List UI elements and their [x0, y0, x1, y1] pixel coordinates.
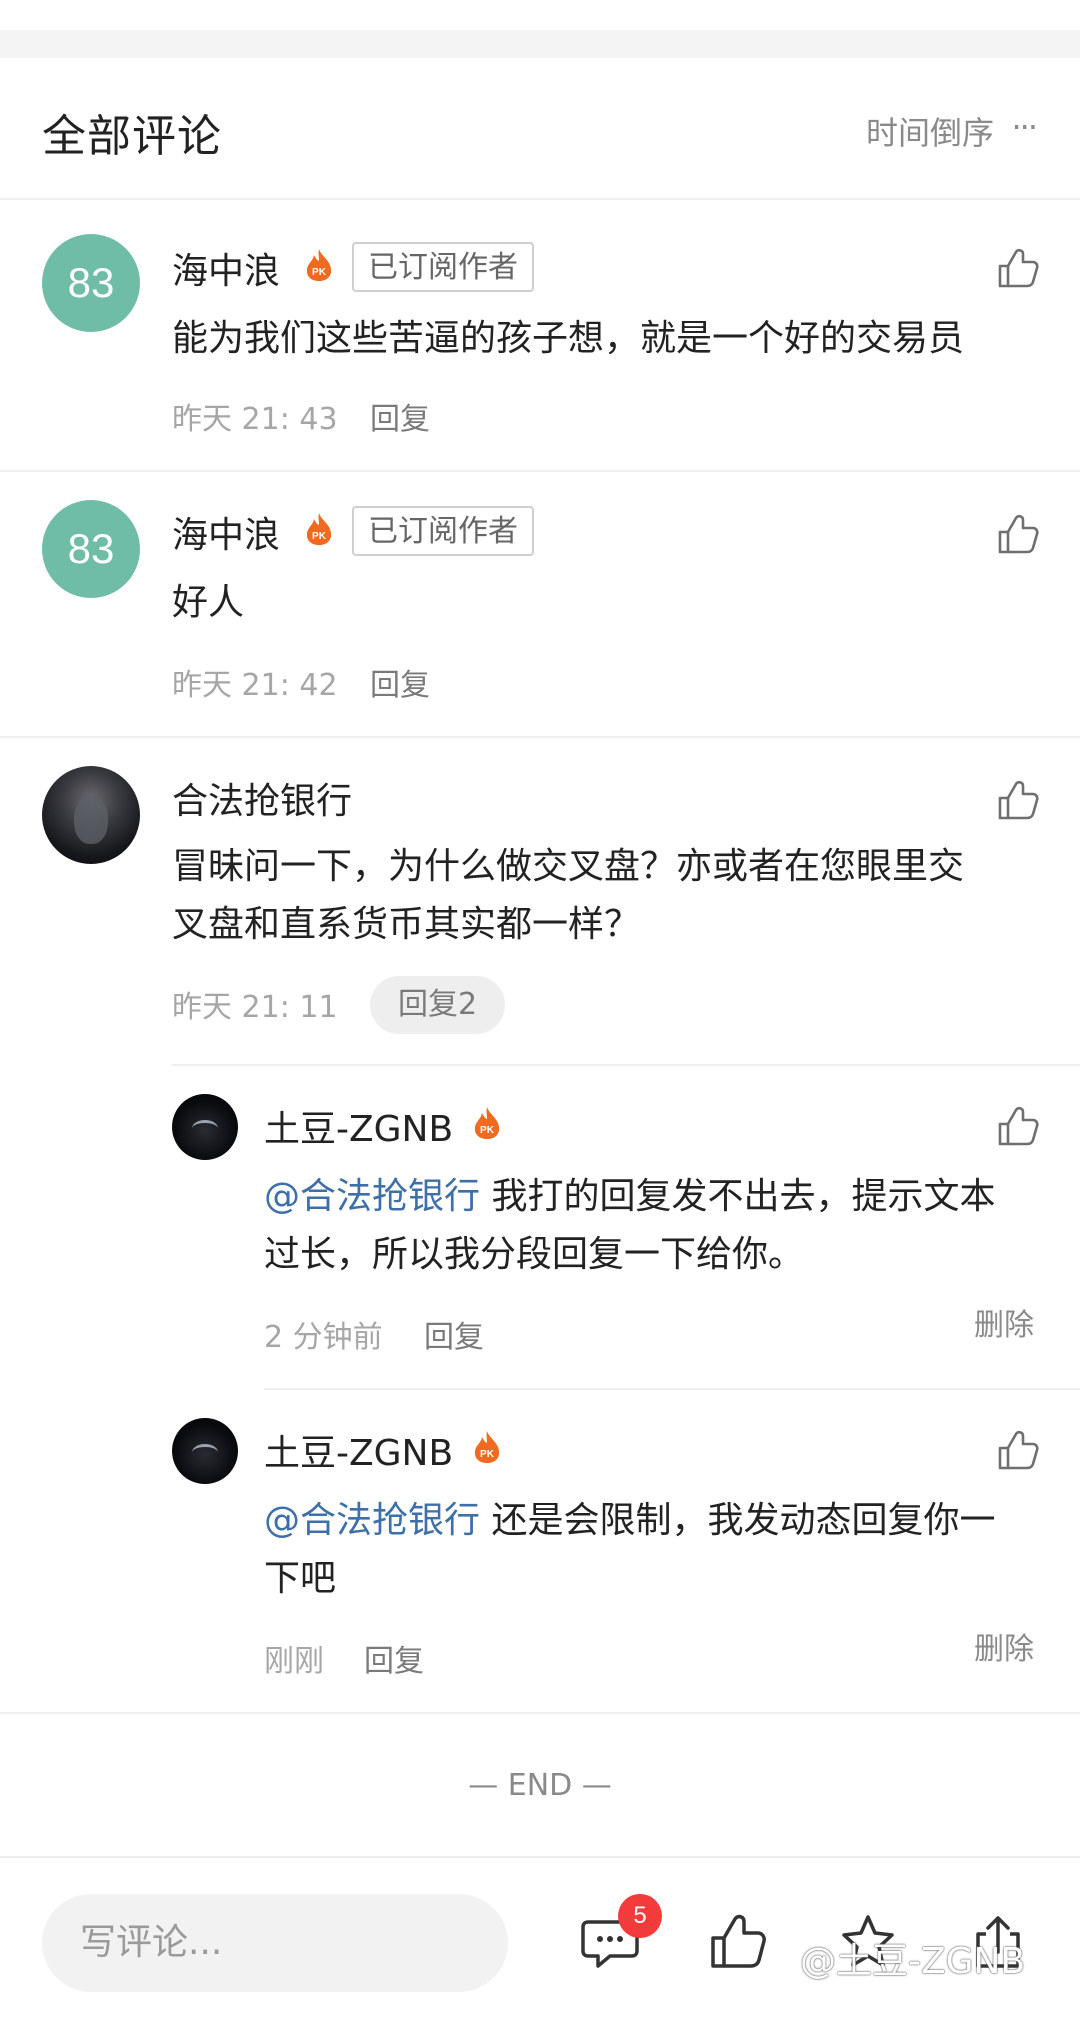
reply-count-button[interactable]: 回复2 [370, 976, 506, 1034]
subscriber-badge: 已订阅作者 [352, 506, 534, 556]
avatar[interactable] [172, 1094, 238, 1160]
delete-button[interactable]: 删除 [974, 1300, 1034, 1344]
pk-fire-icon [304, 248, 334, 282]
comment-time: 昨天 21: 43 [172, 402, 338, 437]
reply-text-line-1: @合法抢银行 我打的回复发不出去，提示文本 [264, 1176, 996, 1217]
comment-author[interactable]: 合法抢银行 [172, 772, 352, 824]
comment-time: 昨天 21: 11 [172, 990, 338, 1025]
pk-fire-icon [304, 512, 334, 546]
more-options-button[interactable]: ··· [1011, 108, 1037, 146]
reply-author[interactable]: 土豆-ZGNB [264, 1100, 453, 1152]
comment-author[interactable]: 海中浪 [172, 242, 280, 294]
subscriber-badge: 已订阅作者 [352, 242, 534, 292]
comment-item: 83 海中浪 已订阅作者 能为我们这些苦逼的孩子想，就是一个好的交易员 昨天 2… [0, 200, 1080, 472]
thumb-up-icon[interactable] [996, 512, 1040, 556]
reply-button[interactable]: 回复 [370, 660, 430, 704]
comment-text-line-2: 叉盘和直系货币其实都一样？ [172, 904, 641, 945]
reply-button[interactable]: 回复 [370, 394, 430, 438]
reply-button[interactable]: 回复 [364, 1636, 424, 1680]
reply-time: 刚刚 [264, 1644, 324, 1679]
comment-time: 昨天 21: 42 [172, 668, 338, 703]
thumb-up-icon[interactable] [996, 778, 1040, 822]
end-marker: — END — [468, 1768, 612, 1803]
avatar[interactable]: 83 [42, 500, 140, 598]
thumb-up-icon[interactable] [708, 1912, 768, 1972]
reply-text-line-2: 下吧 [264, 1558, 337, 1599]
avatar[interactable]: 83 [42, 234, 140, 332]
comment-item: 合法抢银行 冒昧问一下，为什么做交叉盘？亦或者在您眼里交 叉盘和直系货币其实都一… [0, 738, 1080, 1714]
divider [264, 1388, 1080, 1390]
avatar[interactable] [172, 1418, 238, 1484]
delete-button[interactable]: 删除 [974, 1624, 1034, 1668]
page-title: 全部评论 [42, 111, 222, 162]
reply-time: 2 分钟前 [264, 1320, 383, 1355]
reply-author[interactable]: 土豆-ZGNB [264, 1424, 453, 1476]
write-comment-input[interactable]: 写评论... [42, 1894, 508, 1992]
comment-text-line-1: 冒昧问一下，为什么做交叉盘？亦或者在您眼里交 [172, 846, 965, 887]
top-spacer [0, 0, 1080, 58]
watermark: @土豆-ZGNB [800, 1941, 1026, 1982]
sort-order-button[interactable]: 时间倒序 [866, 108, 994, 154]
mention-link[interactable]: @合法抢银行 [264, 1176, 480, 1217]
comments-header: 全部评论 时间倒序 ··· [0, 58, 1080, 200]
thumb-up-icon[interactable] [996, 1428, 1040, 1472]
divider [172, 1064, 1080, 1066]
pk-fire-icon [472, 1430, 502, 1464]
reply-text-line-2: 过长，所以我分段回复一下给你。 [264, 1234, 805, 1275]
comment-author[interactable]: 海中浪 [172, 506, 280, 558]
avatar[interactable] [42, 766, 140, 864]
reply-text-line-1: @合法抢银行 还是会限制，我发动态回复你一 [264, 1500, 996, 1541]
comment-text: 好人 [172, 582, 245, 623]
reply-button[interactable]: 回复 [424, 1312, 484, 1356]
pk-fire-icon [472, 1106, 502, 1140]
thumb-up-icon[interactable] [996, 1104, 1040, 1148]
thumb-up-icon[interactable] [996, 246, 1040, 290]
comment-count-badge: 5 [618, 1894, 662, 1938]
comment-text: 能为我们这些苦逼的孩子想，就是一个好的交易员 [172, 318, 965, 359]
mention-link[interactable]: @合法抢银行 [264, 1500, 480, 1541]
comment-item: 83 海中浪 已订阅作者 好人 昨天 21: 42 回复 [0, 472, 1080, 738]
